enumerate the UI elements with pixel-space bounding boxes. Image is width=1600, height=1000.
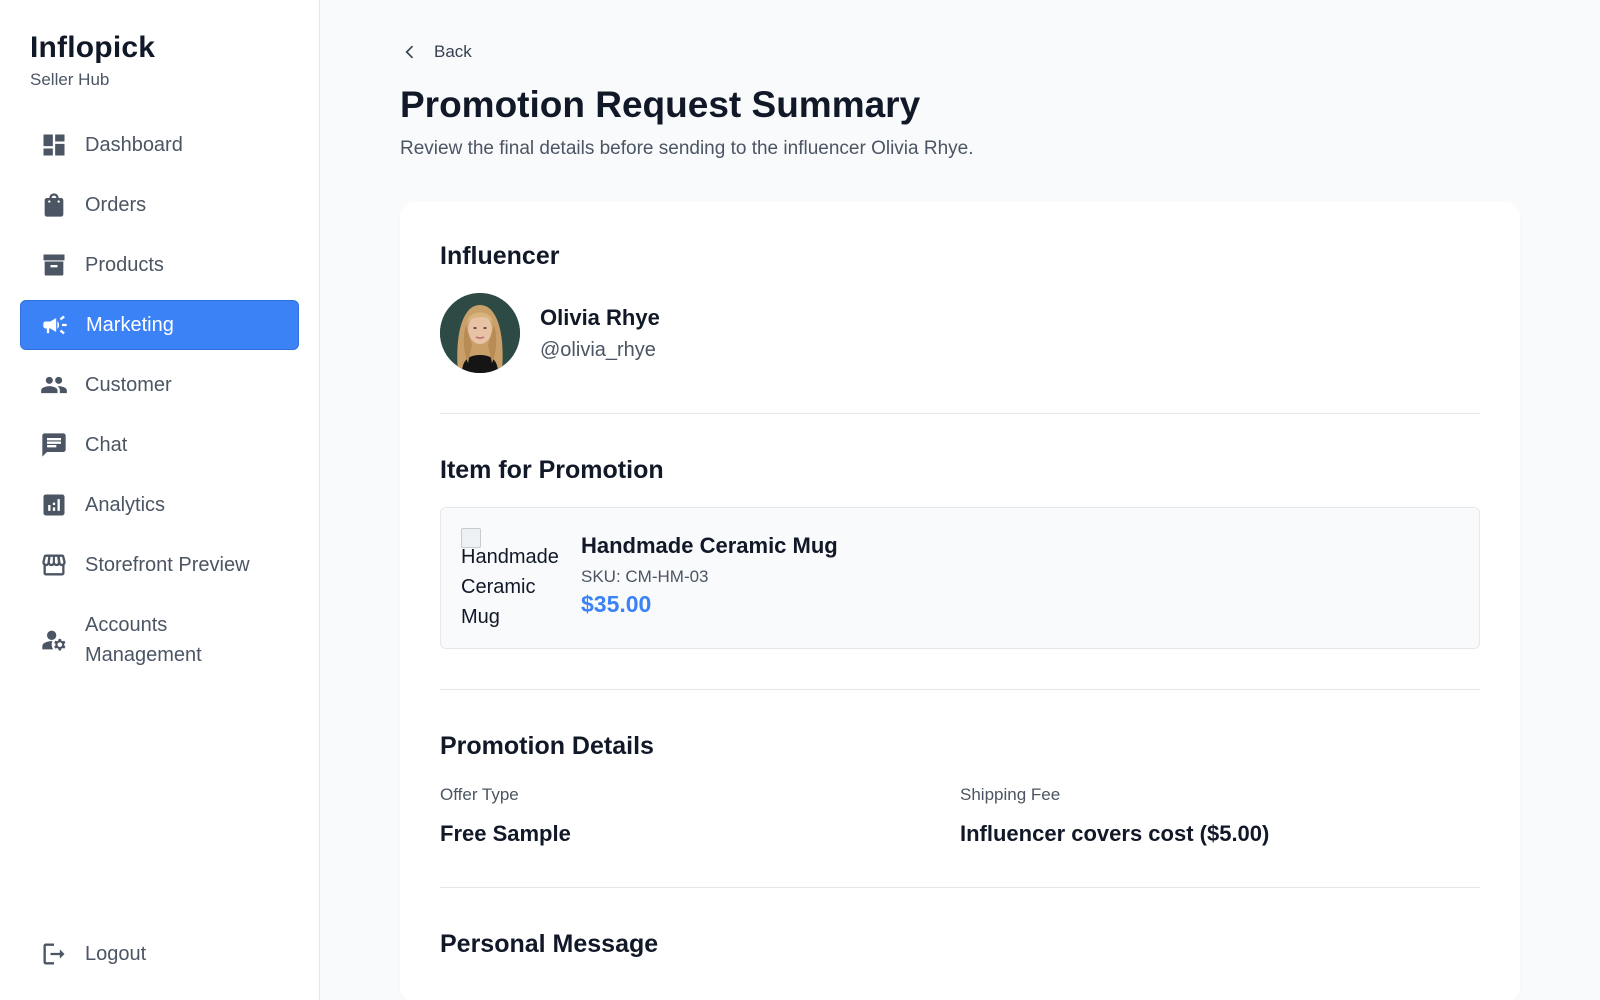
promotion-item-card: Handmade Ceramic Mug Handmade Ceramic Mu… (440, 507, 1480, 649)
sidebar-item-marketing[interactable]: Marketing (20, 300, 299, 350)
item-name: Handmade Ceramic Mug (581, 532, 838, 558)
back-button[interactable]: Back (400, 42, 472, 62)
sidebar-item-analytics[interactable]: Analytics (20, 480, 299, 530)
app: Inflopick Seller Hub Dashboard Orders Pr… (0, 0, 1600, 1000)
sidebar-item-products[interactable]: Products (20, 240, 299, 290)
avatar (440, 293, 520, 373)
divider (440, 413, 1480, 414)
bar-chart-icon (40, 491, 68, 519)
sidebar-item-customer[interactable]: Customer (20, 360, 299, 410)
promotion-details-title: Promotion Details (440, 732, 654, 760)
product-image-alt-text: Handmade Ceramic Mug (461, 546, 559, 628)
logout-icon (40, 940, 68, 968)
user-gear-icon (40, 626, 68, 654)
offer-type-value: Free Sample (440, 821, 571, 846)
offer-type-field: Offer Type Free Sample (440, 785, 960, 847)
sidebar: Inflopick Seller Hub Dashboard Orders Pr… (0, 0, 320, 1000)
sidebar-item-label: Storefront Preview (85, 553, 250, 576)
item-section-title: Item for Promotion (440, 456, 664, 484)
sidebar-item-accounts-management[interactable]: Accounts Management (20, 600, 299, 680)
brand-subtitle: Seller Hub (30, 70, 110, 89)
chat-icon (40, 431, 68, 459)
item-info: Handmade Ceramic Mug SKU: CM-HM-03 $35.0… (581, 533, 838, 618)
sidebar-item-label: Customer (85, 373, 172, 396)
brand: Inflopick Seller Hub (0, 0, 319, 90)
influencer-name: Olivia Rhye (540, 304, 660, 330)
chevron-left-icon (405, 45, 414, 59)
page-title: Promotion Request Summary (400, 84, 921, 125)
product-image: Handmade Ceramic Mug (461, 528, 561, 628)
divider (440, 689, 1480, 690)
dashboard-icon (40, 131, 68, 159)
shopping-bag-icon (40, 191, 68, 219)
logout-label: Logout (85, 942, 147, 965)
shipping-fee-label: Shipping Fee (960, 785, 1061, 804)
influencer-handle: @olivia_rhye (540, 338, 656, 361)
offer-type-label: Offer Type (440, 785, 519, 804)
megaphone-icon (41, 311, 69, 339)
sidebar-item-label: Orders (85, 193, 147, 216)
sidebar-item-orders[interactable]: Orders (20, 180, 299, 230)
promotion-details: Offer Type Free Sample Shipping Fee Infl… (440, 785, 1480, 847)
shipping-fee-field: Shipping Fee Influencer covers cost ($5.… (960, 785, 1480, 847)
item-price: $35.00 (581, 590, 652, 617)
sidebar-item-label: Analytics (85, 493, 166, 516)
brand-title: Inflopick (30, 31, 156, 64)
sidebar-item-label: Products (85, 253, 164, 276)
sidebar-item-label: Dashboard (85, 133, 183, 156)
summary-card: Influencer Olivia Rhye @olivia_rhye Item… (400, 202, 1520, 1000)
sidebar-item-storefront-preview[interactable]: Storefront Preview (20, 540, 299, 590)
sidebar-item-label: Marketing (86, 313, 174, 336)
people-icon (40, 371, 68, 399)
influencer-info: Olivia Rhye @olivia_rhye (540, 305, 660, 362)
main-content: Back Promotion Request Summary Review th… (320, 0, 1600, 1000)
page-subtitle: Review the final details before sending … (400, 138, 974, 159)
sidebar-nav: Dashboard Orders Products Marketing Cust… (0, 120, 319, 690)
sidebar-item-dashboard[interactable]: Dashboard (20, 120, 299, 170)
influencer-section-title: Influencer (440, 242, 560, 270)
sidebar-item-chat[interactable]: Chat (20, 420, 299, 470)
sidebar-item-label: Chat (85, 433, 128, 456)
personal-message-title: Personal Message (440, 930, 659, 958)
logout-button[interactable]: Logout (40, 940, 146, 968)
storefront-icon (40, 551, 68, 579)
back-label: Back (434, 42, 472, 61)
avatar-portrait (440, 293, 520, 373)
sidebar-item-label: Accounts Management (85, 614, 202, 666)
shipping-fee-value: Influencer covers cost ($5.00) (960, 821, 1270, 846)
archive-box-icon (40, 251, 68, 279)
item-sku: SKU: CM-HM-03 (581, 566, 709, 586)
divider (440, 887, 1480, 888)
influencer-profile: Olivia Rhye @olivia_rhye (440, 293, 1480, 373)
